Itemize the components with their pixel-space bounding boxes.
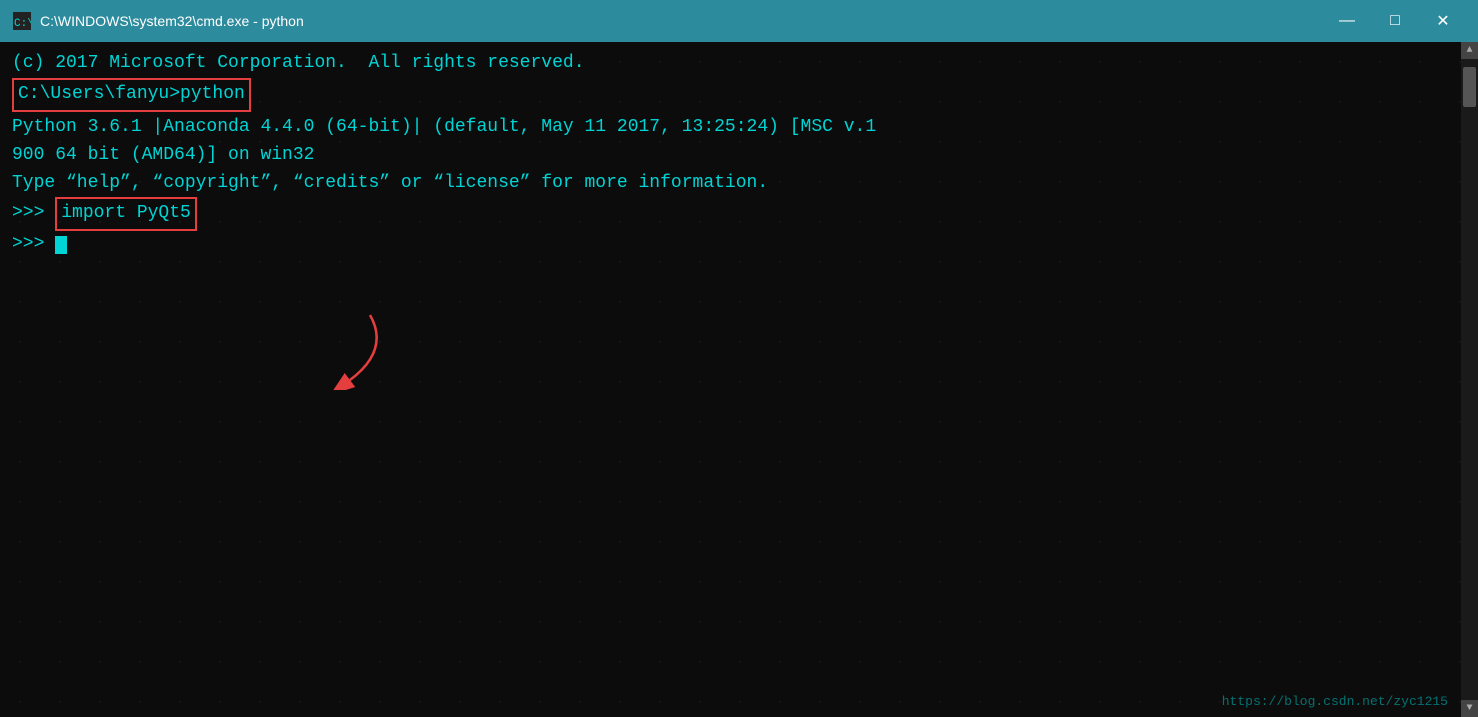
python-prompt-box: C:\Users\fanyu>python (12, 78, 251, 112)
help-line: Type “help”, “copyright”, “credits” or “… (12, 170, 1466, 198)
watermark: https://blog.csdn.net/zyc1215 (1222, 694, 1448, 709)
minimize-button[interactable]: — (1324, 6, 1370, 36)
import-pyqt5-box: import PyQt5 (55, 197, 197, 231)
prompt-symbol2: >>> (12, 234, 44, 254)
title-bar: C:\ C:\WINDOWS\system32\cmd.exe - python… (0, 0, 1478, 42)
prompt-symbol: >>> (12, 200, 55, 228)
window: C:\ C:\WINDOWS\system32\cmd.exe - python… (0, 0, 1478, 717)
window-controls: — □ ✕ (1324, 6, 1466, 36)
cmd-icon: C:\ (12, 11, 32, 31)
scroll-down-arrow[interactable]: ▼ (1461, 700, 1478, 717)
next-prompt-line: >>> (12, 231, 1466, 259)
prompt-line: C:\Users\fanyu>python (12, 78, 1466, 114)
python-version-line: Python 3.6.1 |Anaconda 4.4.0 (64-bit)| (… (12, 114, 1466, 142)
close-button[interactable]: ✕ (1420, 6, 1466, 36)
terminal-body[interactable]: (c) 2017 Microsoft Corporation. All righ… (0, 42, 1478, 717)
cursor-blink (55, 236, 67, 254)
python-version-line2: 900 64 bit (AMD64)] on win32 (12, 142, 1466, 170)
window-title: C:\WINDOWS\system32\cmd.exe - python (40, 13, 1324, 29)
copyright-line: (c) 2017 Microsoft Corporation. All righ… (12, 50, 1466, 78)
arrow-annotation (290, 310, 410, 390)
svg-text:C:\: C:\ (14, 18, 31, 30)
import-line: >>> import PyQt5 (12, 197, 1466, 231)
maximize-button[interactable]: □ (1372, 6, 1418, 36)
